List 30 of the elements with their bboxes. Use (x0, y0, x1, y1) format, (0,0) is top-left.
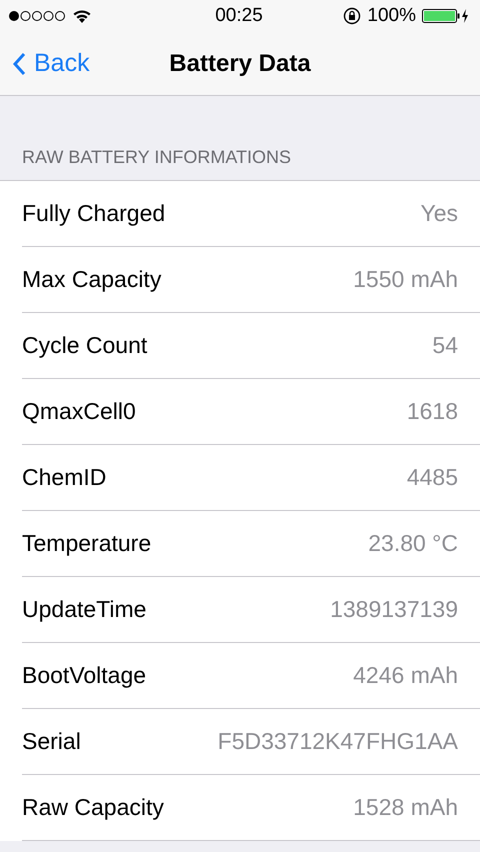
row-value: 23.80 °C (368, 530, 458, 557)
row-label: Temperature (22, 530, 152, 557)
rotation-lock-icon (343, 7, 362, 25)
row-label: Fully Charged (22, 200, 166, 227)
row-value: 54 (432, 332, 458, 359)
row-value: F5D33712K47FHG1AA (218, 728, 458, 755)
row-value: 4485 (406, 464, 458, 491)
row-value: 1528 mAh (353, 794, 458, 821)
chevron-left-icon (12, 52, 26, 76)
row-label: UpdateTime (22, 596, 146, 623)
wifi-icon (72, 8, 92, 24)
row-value: 1618 (406, 398, 458, 425)
row-value: 1550 mAh (353, 266, 458, 293)
signal-icon (8, 10, 66, 22)
row-label: ChemID (22, 464, 106, 491)
nav-title: Battery Data (169, 50, 311, 78)
row-label: Serial (22, 728, 81, 755)
battery-percent: 100% (367, 5, 416, 27)
row-value: 1389137139 (330, 596, 458, 623)
row-label: Max Capacity (22, 266, 162, 293)
status-time: 00:25 (215, 5, 263, 27)
row-label: QmaxCell0 (22, 398, 136, 425)
back-button[interactable]: Back (0, 49, 102, 78)
row-value: 4246 mAh (353, 662, 458, 689)
row-label: BootVoltage (22, 662, 146, 689)
row-label: Cycle Count (22, 332, 148, 359)
row-value: Yes (420, 200, 458, 227)
section-header: RAW BATTERY INFORMATIONS (21, 146, 292, 169)
row-label: Raw Capacity (22, 794, 164, 821)
battery-charging-icon (422, 8, 470, 24)
